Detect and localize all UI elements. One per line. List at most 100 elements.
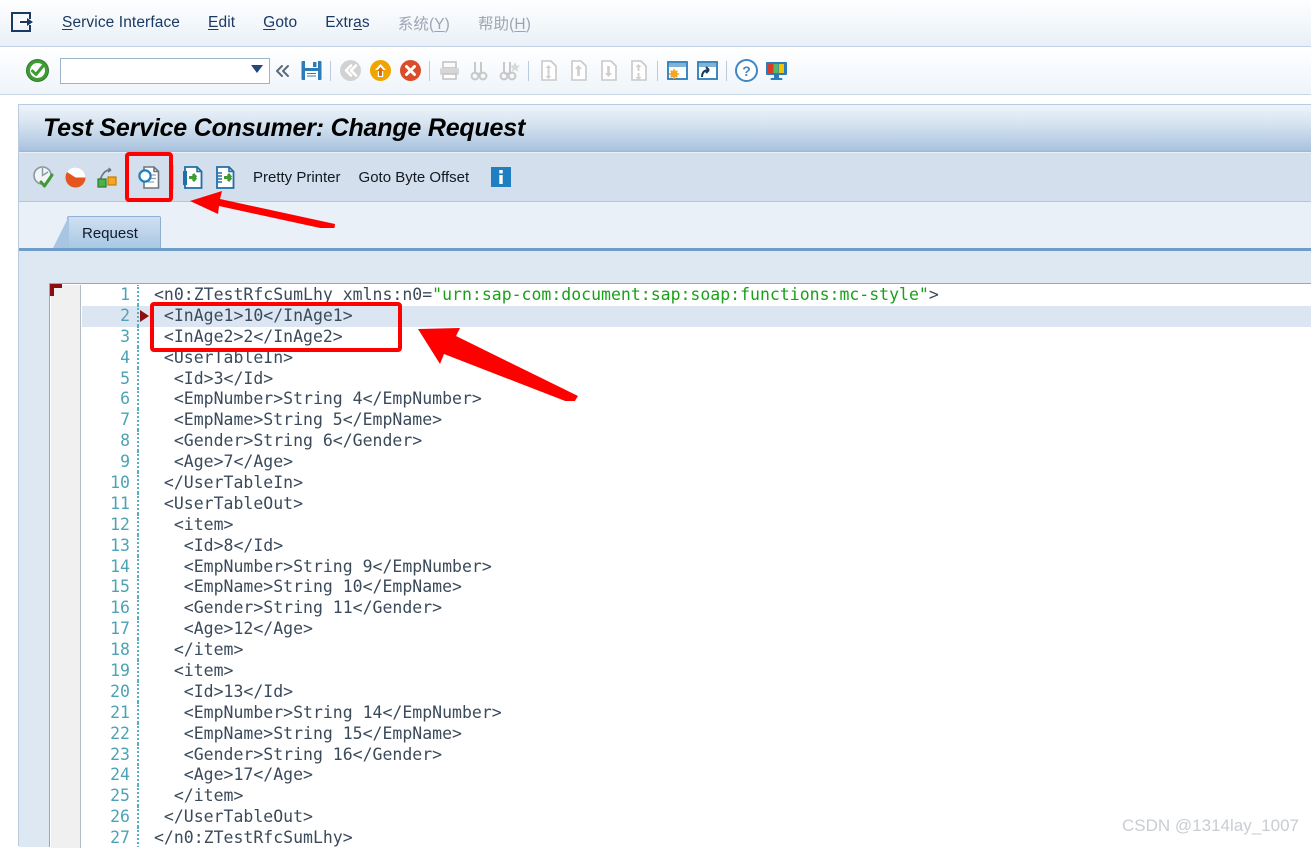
editor-gutter xyxy=(51,285,81,848)
code-line[interactable]: 13 <Id>8</Id> xyxy=(82,534,1311,557)
code-text: </UserTableIn> xyxy=(154,473,304,493)
export-xml-icon[interactable] xyxy=(209,159,241,195)
line-number: 4 xyxy=(82,346,142,369)
menu-goto-label: oto xyxy=(275,14,298,31)
code-line[interactable]: 23 <Gender>String 16</Gender> xyxy=(82,743,1311,766)
code-line[interactable]: 3 <InAge2>2</InAge2> xyxy=(82,325,1311,348)
code-text: <Age>7</Age> xyxy=(154,452,294,472)
code-text: <UserTableIn> xyxy=(154,347,294,367)
last-page-icon xyxy=(623,55,653,87)
line-number: 17 xyxy=(82,618,142,640)
system-toolbar: ? xyxy=(0,47,1311,95)
code-line[interactable]: 20 <Id>13</Id> xyxy=(82,680,1311,703)
display-object-icon[interactable] xyxy=(134,159,166,195)
code-line[interactable]: 24 <Age>17</Age> xyxy=(82,764,1311,786)
code-line[interactable]: 5 <Id>3</Id> xyxy=(82,367,1311,390)
code-text: <InAge1>10</InAge1> xyxy=(154,305,353,325)
save-icon[interactable] xyxy=(296,55,326,87)
code-line[interactable]: 10 </UserTableIn> xyxy=(82,472,1311,494)
menu-edit[interactable]: Edit xyxy=(194,12,249,34)
help-icon[interactable]: ? xyxy=(731,55,761,87)
menu-system[interactable]: 系统(Y) xyxy=(384,10,464,36)
application-toolbar: Pretty Printer Goto Byte Offset xyxy=(19,153,1311,202)
create-session-icon[interactable] xyxy=(662,55,692,87)
information-icon[interactable] xyxy=(485,159,517,195)
line-number: 1 xyxy=(82,285,142,306)
line-number: 25 xyxy=(82,785,142,807)
activate-icon[interactable] xyxy=(91,159,123,195)
code-text: <EmpName>String 10</EmpName> xyxy=(154,577,462,597)
current-line-marker xyxy=(140,309,149,322)
command-field[interactable] xyxy=(60,57,270,84)
code-text: <Id>8</Id> xyxy=(154,535,284,555)
code-line[interactable]: 7 <EmpName>String 5</EmpName> xyxy=(82,409,1311,431)
editor-corner-marker xyxy=(50,284,62,296)
toolbar-separator xyxy=(173,165,174,189)
line-number: 5 xyxy=(82,367,142,390)
menu-help[interactable]: 帮助(H) xyxy=(464,10,545,36)
code-text: </item> xyxy=(154,640,244,660)
code-text: <EmpNumber>String 9</EmpNumber> xyxy=(154,556,492,576)
line-number: 6 xyxy=(82,388,142,410)
code-line[interactable]: 4 <UserTableIn> xyxy=(82,346,1311,369)
xml-editor[interactable]: 1 <n0:ZTestRfcSumLhy xmlns:n0= "urn:sap-co… xyxy=(49,283,1311,848)
toolbar-separator xyxy=(528,60,529,81)
line-number: 7 xyxy=(82,409,142,431)
goto-byte-offset-button[interactable]: Goto Byte Offset xyxy=(353,169,482,186)
code-line[interactable]: 21 <EmpNumber>String 14</EmpNumber> xyxy=(82,701,1311,724)
code-line[interactable]: 1 <n0:ZTestRfcSumLhy xmlns:n0= "urn:sap-co… xyxy=(82,285,1311,306)
cancel-round-icon[interactable] xyxy=(59,159,91,195)
import-xml-icon[interactable] xyxy=(177,159,209,195)
code-text: <EmpName>String 5</EmpName> xyxy=(154,410,443,430)
check-syntax-icon[interactable] xyxy=(27,159,59,195)
double-chevron-left-icon[interactable] xyxy=(270,55,296,87)
green-check-enter-icon[interactable] xyxy=(22,55,52,87)
code-line[interactable]: 15 <EmpName>String 10</EmpName> xyxy=(82,576,1311,598)
command-input[interactable] xyxy=(61,59,250,82)
find-icon xyxy=(464,55,494,87)
pretty-printer-button[interactable]: Pretty Printer xyxy=(241,169,353,186)
code-text: <item> xyxy=(154,514,234,534)
line-number: 11 xyxy=(82,492,142,515)
code-text: <n0:ZTestRfcSumLhy xmlns:n0= xyxy=(154,285,433,304)
cancel-icon[interactable] xyxy=(395,55,425,87)
line-number: 21 xyxy=(82,701,142,724)
menu-extras-label: s xyxy=(361,14,370,31)
exit-icon[interactable] xyxy=(365,55,395,87)
code-line[interactable]: 9 <Age>7</Age> xyxy=(82,451,1311,473)
code-line[interactable]: 14 <EmpNumber>String 9</EmpNumber> xyxy=(82,555,1311,578)
code-text: <InAge2>2</InAge2> xyxy=(154,326,343,346)
menu-service-interface[interactable]: Service Interface xyxy=(48,12,194,34)
line-number: 26 xyxy=(82,806,142,828)
code-line[interactable]: 2 <InAge1>10</InAge1> xyxy=(82,304,1311,327)
line-number: 8 xyxy=(82,430,142,452)
code-line[interactable]: 25 </item> xyxy=(82,785,1311,807)
tab-request[interactable]: Request xyxy=(52,216,161,250)
code-line[interactable]: 19 <item> xyxy=(82,660,1311,682)
line-number: 20 xyxy=(82,680,142,703)
customize-layout-icon[interactable] xyxy=(761,55,791,87)
line-number: 24 xyxy=(82,764,142,786)
code-area[interactable]: 1 <n0:ZTestRfcSumLhy xmlns:n0= "urn:sap-co… xyxy=(82,285,1311,847)
menu-goto[interactable]: Goto xyxy=(249,12,311,34)
menu-extras[interactable]: Extras xyxy=(311,12,384,34)
menu-bar: Service Interface Edit Goto Extras 系统(Y)… xyxy=(0,0,1311,47)
code-line[interactable]: 18 </item> xyxy=(82,639,1311,661)
toolbar-separator xyxy=(429,60,430,81)
code-line[interactable]: 17 <Age>12</Age> xyxy=(82,618,1311,640)
code-line[interactable]: 11 <UserTableOut> xyxy=(82,492,1311,515)
code-line[interactable]: 12 <item> xyxy=(82,513,1311,536)
code-line[interactable]: 6 <EmpNumber>String 4</EmpNumber> xyxy=(82,388,1311,410)
screen-area: Test Service Consumer: Change Request Pr… xyxy=(18,104,1311,848)
previous-page-icon xyxy=(563,55,593,87)
menu-edit-label: dit xyxy=(218,14,236,31)
code-line[interactable]: 16 <Gender>String 11</Gender> xyxy=(82,597,1311,619)
chevron-down-icon[interactable] xyxy=(250,62,264,80)
code-line[interactable]: 8 <Gender>String 6</Gender> xyxy=(82,430,1311,452)
create-shortcut-icon[interactable] xyxy=(692,55,722,87)
code-line[interactable]: 22 <EmpName>String 15</EmpName> xyxy=(82,722,1311,745)
system-menu-icon[interactable] xyxy=(10,11,40,35)
find-next-icon xyxy=(494,55,524,87)
code-text: <UserTableOut> xyxy=(154,493,304,513)
toolbar-separator xyxy=(126,165,127,189)
